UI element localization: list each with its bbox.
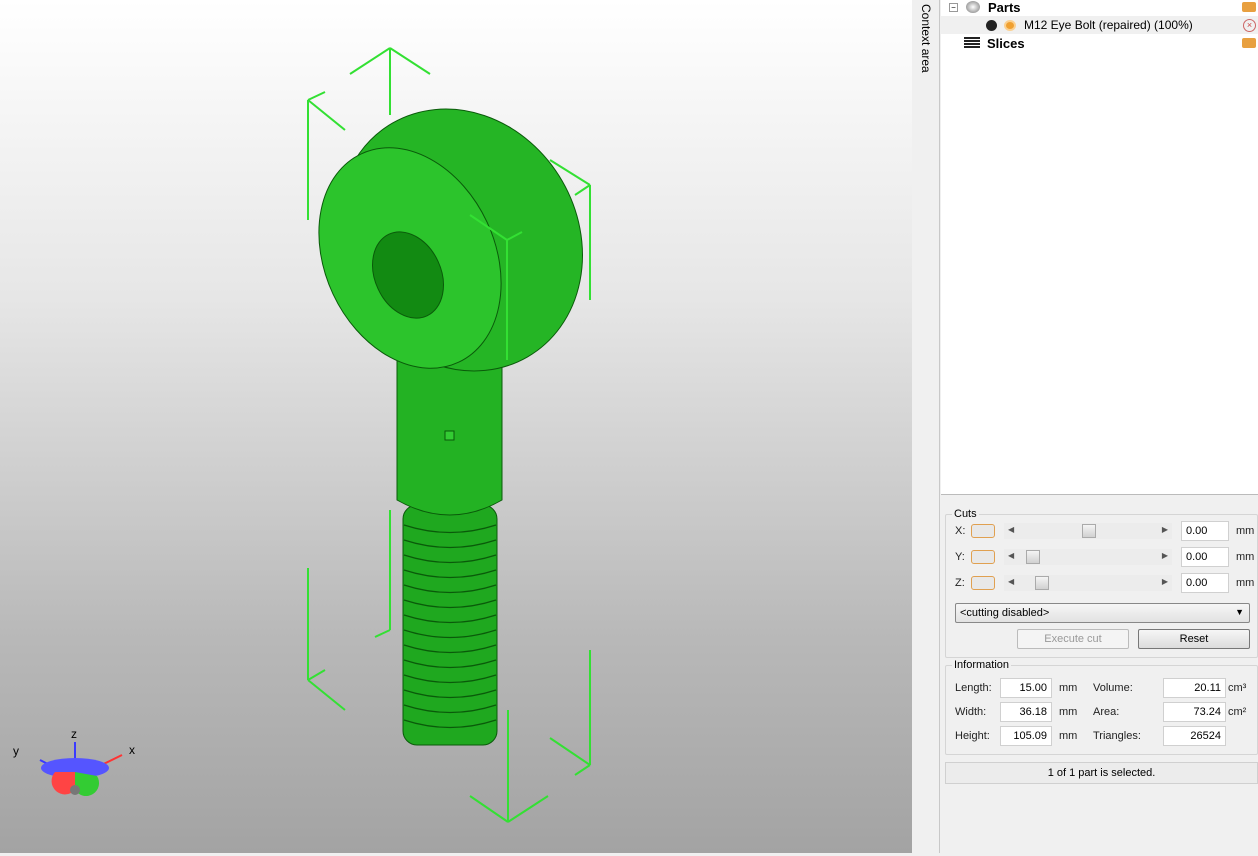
axis-y-label: y (13, 744, 19, 758)
slider-thumb[interactable] (1082, 524, 1096, 538)
properties-panel: Cuts X: ◀ ▶ 0.00 mm Y: ◀ ▶ 0.00 mm Z: ◀ ▶ 0.0… (941, 496, 1258, 853)
cut-enable-checkbox[interactable] (971, 550, 995, 564)
model-view: z y x (13, 47, 591, 823)
slider-thumb[interactable] (1026, 550, 1041, 564)
volume-value: 20.11 (1163, 678, 1226, 698)
axis-x-label: x (129, 743, 135, 757)
cut-mode-select[interactable]: <cutting disabled> ▼ (955, 603, 1250, 623)
selection-status: 1 of 1 part is selected. (945, 762, 1258, 784)
chevron-down-icon: ▼ (1235, 607, 1244, 617)
cut-axis-label: Z: (955, 577, 965, 589)
cut-value-input[interactable]: 0.00 (1181, 547, 1229, 567)
collapse-icon[interactable]: − (949, 2, 958, 12)
cut-unit: mm (1236, 551, 1255, 563)
3d-viewport[interactable]: z y x (0, 0, 912, 853)
execute-cut-button[interactable]: Execute cut (1017, 629, 1129, 649)
width-label: Width: (955, 706, 987, 718)
slider-right-arrow-icon[interactable]: ▶ (1162, 551, 1168, 560)
length-value: 15.00 (1000, 678, 1052, 698)
cut-axis-label: X: (955, 525, 966, 537)
object-tree[interactable]: − Parts M12 Eye Bolt (repaired) (100%) ×… (941, 0, 1258, 495)
reset-button[interactable]: Reset (1138, 629, 1250, 649)
cut-mode-value: <cutting disabled> (960, 607, 1050, 619)
area-unit: cm² (1228, 706, 1247, 718)
eye-bolt-model (318, 108, 583, 746)
height-unit: mm (1059, 730, 1078, 742)
volume-label: Volume: (1093, 682, 1133, 694)
width-unit: mm (1059, 706, 1078, 718)
slider-right-arrow-icon[interactable]: ▶ (1162, 525, 1168, 534)
part-name: M12 Eye Bolt (repaired) (100%) (1024, 18, 1193, 32)
remove-icon[interactable]: × (1243, 18, 1256, 32)
folder-icon[interactable] (1242, 2, 1256, 12)
tree-item-parts[interactable]: − Parts (941, 0, 1258, 16)
slices-label: Slices (987, 35, 1025, 51)
axis-z-label: z (71, 727, 77, 741)
cut-slider[interactable]: ◀ ▶ (1004, 575, 1172, 591)
context-area-label: Context area (919, 4, 933, 73)
folder-icon[interactable] (1242, 38, 1256, 48)
cuts-title: Cuts (954, 508, 977, 520)
area-label: Area: (1093, 706, 1120, 718)
cut-unit: mm (1236, 525, 1255, 537)
cut-slider[interactable]: ◀ ▶ (1004, 523, 1172, 539)
parts-icon (966, 1, 980, 13)
cut-enable-checkbox[interactable] (971, 576, 995, 590)
context-area-tab[interactable]: Context area (912, 0, 940, 853)
length-label: Length: (955, 682, 992, 694)
triangles-value: 26524 (1163, 726, 1226, 746)
parts-label: Parts (988, 0, 1021, 15)
area-value: 73.24 (1163, 702, 1226, 722)
length-unit: mm (1059, 682, 1078, 694)
triangles-label: Triangles: (1093, 730, 1141, 742)
axis-gizmo: z y x (13, 727, 135, 797)
tree-item-slices[interactable]: Slices (941, 34, 1258, 52)
color-dot-icon[interactable] (986, 19, 997, 31)
slider-left-arrow-icon[interactable]: ◀ (1008, 577, 1014, 586)
slider-left-arrow-icon[interactable]: ◀ (1008, 551, 1014, 560)
cut-unit: mm (1236, 577, 1255, 589)
slider-thumb[interactable] (1034, 576, 1049, 590)
tree-item-part[interactable]: M12 Eye Bolt (repaired) (100%) × (941, 16, 1258, 34)
height-label: Height: (955, 730, 990, 742)
height-value: 105.09 (1000, 726, 1052, 746)
slider-right-arrow-icon[interactable]: ▶ (1162, 577, 1168, 586)
slices-icon (964, 37, 980, 49)
cut-value-input[interactable]: 0.00 (1181, 573, 1229, 593)
cut-axis-label: Y: (955, 551, 965, 563)
visibility-eye-icon[interactable] (1004, 19, 1016, 31)
slider-left-arrow-icon[interactable]: ◀ (1008, 525, 1014, 534)
cut-slider[interactable]: ◀ ▶ (1004, 549, 1172, 565)
volume-unit: cm³ (1228, 682, 1247, 694)
cut-enable-checkbox[interactable] (971, 524, 995, 538)
information-title: Information (954, 659, 1010, 671)
cut-value-input[interactable]: 0.00 (1181, 521, 1229, 541)
width-value: 36.18 (1000, 702, 1052, 722)
